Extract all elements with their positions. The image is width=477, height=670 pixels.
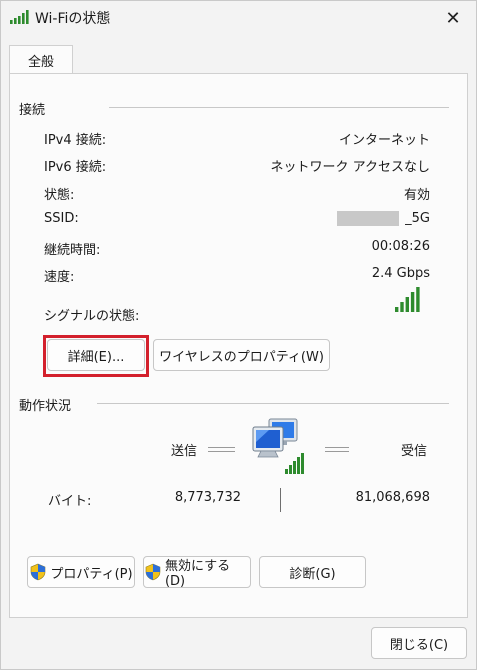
status-value: 有効 xyxy=(403,188,430,203)
ipv4-label: IPv4 接続: xyxy=(44,133,107,148)
sent-label: 送信 xyxy=(171,444,198,459)
diagnose-button-label: 診断(G) xyxy=(289,566,336,582)
wireless-properties-label: ワイヤレスのプロパティ(W) xyxy=(159,349,324,365)
details-highlight-box xyxy=(43,335,149,377)
wireless-properties-button[interactable]: ワイヤレスのプロパティ(W) xyxy=(153,339,330,371)
diagnose-button[interactable]: 診断(G) xyxy=(259,556,366,588)
ipv6-value: ネットワーク アクセスなし xyxy=(270,160,430,175)
received-label: 受信 xyxy=(401,444,428,459)
close-button-label: 閉じる(C) xyxy=(389,637,449,653)
duration-value: 00:08:26 xyxy=(371,239,430,254)
wifi-signal-icon xyxy=(10,10,29,24)
admin-shield-icon xyxy=(145,563,161,581)
window-title: Wi-Fiの状態 xyxy=(35,11,111,27)
bytes-received-value: 81,068,698 xyxy=(355,490,430,505)
status-label: 状態: xyxy=(44,188,75,203)
signal-quality-label: シグナルの状態: xyxy=(44,309,140,324)
ssid-label: SSID: xyxy=(44,211,79,226)
ipv4-value: インターネット xyxy=(338,133,430,148)
bytes-label: バイト: xyxy=(48,494,92,509)
admin-shield-icon xyxy=(31,563,46,581)
received-line xyxy=(325,447,349,452)
ssid-redaction xyxy=(337,211,399,226)
bytes-sent-value: 8,773,732 xyxy=(174,490,241,505)
disable-button-label: 無効にする(D) xyxy=(164,559,231,589)
close-window-button[interactable]: ✕ xyxy=(430,1,476,35)
duration-label: 継続時間: xyxy=(44,243,101,258)
close-button[interactable]: 閉じる(C) xyxy=(371,627,467,659)
ssid-value: _5G xyxy=(405,211,430,226)
sent-line xyxy=(208,447,235,452)
title-bar: Wi-Fiの状態 ✕ xyxy=(1,1,476,35)
properties-button[interactable]: プロパティ(P) xyxy=(27,556,135,588)
ipv6-label: IPv6 接続: xyxy=(44,160,107,175)
properties-button-label: プロパティ(P) xyxy=(50,566,133,582)
network-computers-icon xyxy=(252,418,304,474)
disable-button[interactable]: 無効にする(D) xyxy=(143,556,251,589)
tab-general[interactable]: 全般 xyxy=(9,45,73,74)
activity-divider xyxy=(97,403,449,404)
connection-heading: 接続 xyxy=(19,103,46,118)
wifi-status-window: Wi-Fiの状態 ✕ 全般 接続 IPv4 接続: インターネット IPv6 接… xyxy=(0,0,477,670)
tab-general-label: 全般 xyxy=(27,54,54,70)
speed-value: 2.4 Gbps xyxy=(371,266,430,281)
speed-label: 速度: xyxy=(44,270,75,285)
close-icon: ✕ xyxy=(445,7,461,29)
activity-heading: 動作状況 xyxy=(19,399,72,414)
connection-divider xyxy=(109,107,449,108)
signal-strength-icon xyxy=(395,287,420,312)
bytes-separator xyxy=(280,488,281,512)
